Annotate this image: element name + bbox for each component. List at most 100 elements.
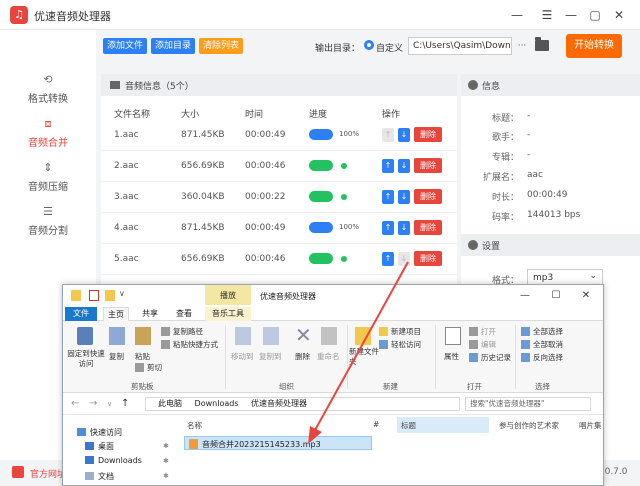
- tab-view[interactable]: 查看: [171, 307, 197, 321]
- move-up-button[interactable]: ↑: [382, 159, 394, 173]
- column-number[interactable]: #: [373, 420, 379, 429]
- history-button[interactable]: 历史记录: [481, 352, 511, 363]
- delete-button[interactable]: 删除: [414, 189, 442, 204]
- move-up-button[interactable]: ↑: [382, 221, 394, 235]
- move-up-button[interactable]: ↑: [382, 190, 394, 204]
- nav-item-desktop[interactable]: 桌面: [85, 441, 114, 452]
- invert-selection-button[interactable]: 反向选择: [533, 352, 563, 363]
- new-folder-button[interactable]: 新建文件夹: [349, 347, 379, 367]
- table-row[interactable]: 3.aac 360.04KB 00:00:22 ↑ ↓ 删除: [101, 182, 457, 213]
- copy-to-button[interactable]: 复制到: [259, 351, 282, 362]
- explorer-close-button[interactable]: ✕: [578, 289, 594, 303]
- delete-button[interactable]: 删除: [414, 220, 442, 235]
- new-folder-big-icon[interactable]: [355, 327, 371, 345]
- tab-file[interactable]: 文件: [65, 307, 97, 321]
- context-tab-play[interactable]: 播放: [205, 285, 251, 305]
- delete-button[interactable]: 删除: [414, 127, 442, 142]
- menu-icon[interactable]: ☰: [538, 6, 556, 24]
- move-down-button[interactable]: ↓: [398, 252, 410, 266]
- properties-button[interactable]: 属性: [444, 351, 459, 362]
- table-row[interactable]: 4.aac 871.45KB 00:00:49 100% ↑ ↓ 删除: [101, 213, 457, 244]
- tab-home[interactable]: 主页: [103, 307, 129, 321]
- paste-icon[interactable]: [135, 327, 151, 345]
- official-site-link[interactable]: 官方网址: [30, 467, 66, 480]
- back-button[interactable]: ←: [71, 398, 79, 409]
- delete-button[interactable]: 删除: [295, 351, 310, 362]
- custom-radio[interactable]: [364, 40, 374, 50]
- copy-icon[interactable]: [109, 327, 125, 345]
- table-row[interactable]: 5.aac 656.69KB 00:00:46 ↑ ↓ 删除: [101, 244, 457, 275]
- add-file-button[interactable]: 添加文件: [103, 38, 148, 54]
- move-to-button[interactable]: 移动到: [231, 351, 254, 362]
- up-button[interactable]: ↑: [121, 398, 129, 409]
- breadcrumb[interactable]: 此电脑 Downloads 优速音频处理器: [145, 397, 460, 411]
- sidebar-item-format-convert[interactable]: ⟲ 格式转换: [0, 74, 96, 114]
- move-down-button[interactable]: ↓: [398, 159, 410, 173]
- select-all-button[interactable]: 全部选择: [533, 326, 563, 337]
- minimize-button[interactable]: —: [562, 6, 580, 24]
- add-folder-button[interactable]: 添加目录: [151, 38, 196, 54]
- cut-button[interactable]: 剪切: [147, 362, 162, 373]
- paste-button[interactable]: 粘贴: [135, 351, 150, 362]
- search-input[interactable]: 搜索"优速音频处理器": [465, 397, 591, 411]
- clear-list-button[interactable]: 清除列表: [199, 38, 244, 54]
- move-down-button[interactable]: ↓: [398, 221, 410, 235]
- move-up-button[interactable]: ↑: [382, 252, 394, 266]
- close-button[interactable]: ✕: [610, 6, 628, 24]
- pin-icon[interactable]: ✱: [163, 472, 169, 480]
- properties-icon[interactable]: [89, 290, 99, 301]
- new-folder-icon[interactable]: [105, 290, 115, 301]
- pin-quick-access-button[interactable]: 固定到快速访问: [67, 349, 105, 369]
- pin-icon[interactable]: [77, 327, 93, 345]
- sidebar-item-audio-split[interactable]: ☰ 音频分割: [0, 206, 96, 246]
- delete-button[interactable]: 删除: [414, 251, 442, 266]
- new-item-button[interactable]: 新建项目: [391, 326, 421, 337]
- move-up-button[interactable]: ↑: [382, 128, 394, 142]
- rename-icon[interactable]: [321, 327, 337, 345]
- table-row[interactable]: 1.aac 871.45KB 00:00:49 100% ↑ ↓ 删除: [101, 120, 457, 151]
- column-album[interactable]: 唱片集: [579, 420, 602, 431]
- move-down-button[interactable]: ↓: [398, 190, 410, 204]
- file-item[interactable]: 音频合并2023215145233.mp3: [184, 436, 372, 450]
- edit-button[interactable]: 编辑: [481, 339, 496, 350]
- sidebar-item-audio-compress[interactable]: ⇕ 音频压缩: [0, 162, 96, 202]
- move-to-icon[interactable]: [235, 327, 251, 345]
- select-none-button[interactable]: 全部取消: [533, 339, 563, 350]
- breadcrumb-app-folder[interactable]: 优速音频处理器: [251, 399, 307, 408]
- table-row[interactable]: 2.aac 656.69KB 00:00:46 ↑ ↓ 删除: [101, 151, 457, 182]
- pin-icon[interactable]: ✱: [163, 442, 169, 450]
- paste-shortcut-button[interactable]: 粘贴快捷方式: [173, 339, 218, 350]
- easy-access-button[interactable]: 轻松访问: [391, 339, 421, 350]
- maximize-button[interactable]: ▢: [586, 6, 604, 24]
- column-title[interactable]: 标题: [401, 420, 416, 431]
- column-name[interactable]: 名称: [187, 420, 202, 431]
- skin-icon[interactable]: —: [508, 6, 526, 24]
- forward-button[interactable]: →: [89, 398, 97, 409]
- copy-to-icon[interactable]: [263, 327, 279, 345]
- column-artist[interactable]: 参与创作的艺术家: [499, 420, 559, 431]
- recent-locations-button[interactable]: ∨: [107, 400, 112, 408]
- properties-big-icon[interactable]: [445, 327, 461, 345]
- nav-item-quick-access[interactable]: 快速访问: [77, 427, 122, 438]
- output-path-input[interactable]: C:\Users\Qasim\Downl: [408, 37, 512, 55]
- explorer-minimize-button[interactable]: —: [517, 289, 533, 303]
- breadcrumb-this-pc[interactable]: 此电脑: [158, 399, 182, 408]
- copy-path-button[interactable]: 复制路径: [173, 326, 203, 337]
- breadcrumb-downloads[interactable]: Downloads: [195, 399, 239, 408]
- open-folder-icon[interactable]: [535, 37, 549, 51]
- tab-music-tools[interactable]: 音乐工具: [205, 307, 251, 321]
- start-convert-button[interactable]: 开始转换: [566, 34, 622, 58]
- nav-item-documents[interactable]: 文档: [85, 471, 114, 482]
- rename-button[interactable]: 重命名: [317, 351, 340, 362]
- customize-toolbar-icon[interactable]: ∨: [119, 289, 125, 298]
- copy-button[interactable]: 复制: [109, 351, 124, 362]
- open-button[interactable]: 打开: [481, 326, 496, 337]
- nav-item-downloads[interactable]: Downloads: [85, 456, 142, 465]
- delete-icon[interactable]: ✕: [295, 323, 312, 347]
- tab-share[interactable]: 共享: [137, 307, 163, 321]
- delete-button[interactable]: 删除: [414, 158, 442, 173]
- explorer-maximize-button[interactable]: ☐: [548, 289, 564, 303]
- pin-icon[interactable]: ✱: [163, 457, 169, 465]
- browse-button[interactable]: ···: [515, 38, 529, 54]
- move-down-button[interactable]: ↓: [398, 128, 410, 142]
